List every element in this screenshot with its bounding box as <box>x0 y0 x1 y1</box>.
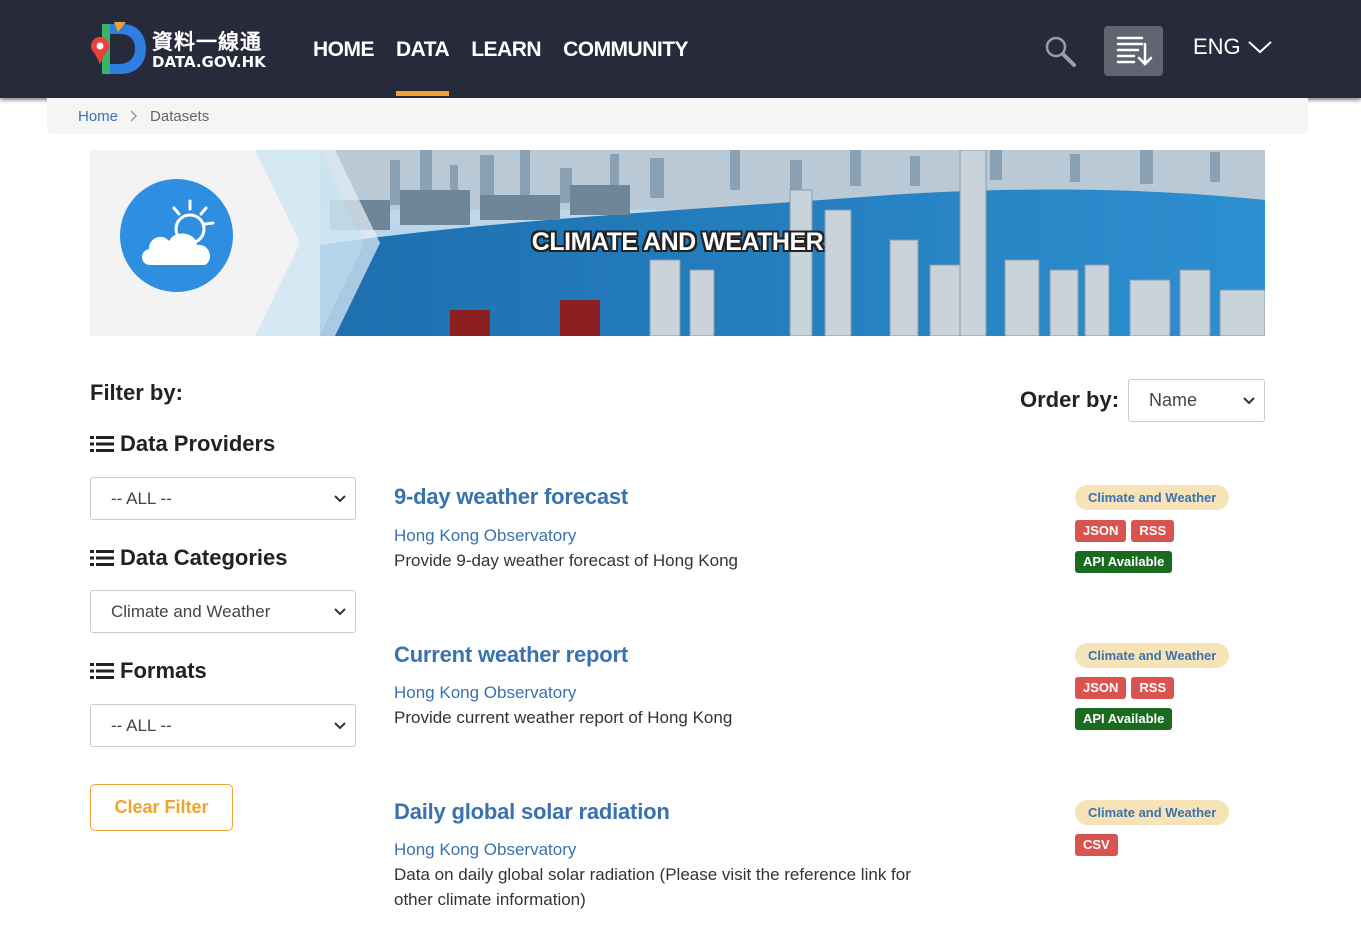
dataset-provider-link[interactable]: Hong Kong Observatory <box>394 840 576 860</box>
data-gov-hk-logo[interactable]: 資料一線通 DATA.GOV.HK <box>88 20 268 78</box>
list-icon <box>90 550 114 566</box>
chevron-down-icon <box>334 608 346 616</box>
format-tag-rss[interactable]: RSS <box>1131 520 1175 542</box>
dataset-provider-link[interactable]: Hong Kong Observatory <box>394 683 576 703</box>
dataset-description: Provide 9-day weather forecast of Hong K… <box>394 551 738 570</box>
dataset-item: 9-day weather forecast Hong Kong Observa… <box>394 484 1265 594</box>
dataset-title-link[interactable]: 9-day weather forecast <box>394 484 628 509</box>
category-banner: CLIMATE AND WEATHER <box>90 150 1265 336</box>
data-providers-select[interactable]: -- ALL -- <box>90 477 356 520</box>
dataset-item: Current weather report Hong Kong Observa… <box>394 642 1265 752</box>
formats-heading: Formats <box>90 658 207 684</box>
language-selector[interactable]: ENG <box>1193 34 1273 60</box>
format-tags: JSON RSS <box>1075 520 1179 542</box>
list-icon <box>90 436 114 452</box>
format-tags: JSON RSS <box>1075 677 1179 699</box>
dataset-title-link[interactable]: Current weather report <box>394 642 628 667</box>
download-list-button[interactable] <box>1104 26 1163 76</box>
breadcrumb-current: Datasets <box>150 107 210 125</box>
data-categories-select[interactable]: Climate and Weather <box>90 590 356 633</box>
nav-community[interactable]: COMMUNITY <box>563 0 689 98</box>
search-button[interactable] <box>1042 33 1078 69</box>
order-by-select[interactable]: Name <box>1128 379 1265 422</box>
search-icon <box>1045 36 1076 67</box>
top-navigation-bar: 資料一線通 DATA.GOV.HK HOME DATA LEARN COMMUN… <box>0 0 1361 98</box>
dataset-description: Data on daily global solar radiation (Pl… <box>394 865 911 909</box>
data-providers-value: -- ALL -- <box>111 488 172 508</box>
dataset-item: Daily global solar radiation Hong Kong O… <box>394 799 1265 919</box>
category-tag[interactable]: Climate and Weather <box>1075 643 1230 668</box>
download-list-icon <box>1116 36 1153 66</box>
formats-value: -- ALL -- <box>111 715 172 735</box>
nav-home[interactable]: HOME <box>313 0 375 98</box>
breadcrumb-home-link[interactable]: Home <box>78 108 118 125</box>
data-categories-heading: Data Categories <box>90 545 288 571</box>
nav-learn[interactable]: LEARN <box>471 0 541 98</box>
main-nav: HOME DATA LEARN COMMUNITY <box>313 0 710 98</box>
logo-text-chinese: 資料一線通 <box>152 30 262 54</box>
data-providers-label: Data Providers <box>120 431 276 456</box>
dataset-title-link[interactable]: Daily global solar radiation <box>394 799 670 824</box>
clear-filter-button[interactable]: Clear Filter <box>90 784 233 831</box>
api-available-badge: API Available <box>1075 551 1173 573</box>
chevron-down-icon <box>334 722 346 730</box>
breadcrumb: Home Datasets <box>47 98 1308 134</box>
format-tag-csv[interactable]: CSV <box>1075 834 1118 856</box>
chevron-down-icon <box>1243 397 1255 405</box>
formats-label: Formats <box>120 658 207 683</box>
dataset-description: Provide current weather report of Hong K… <box>394 708 733 727</box>
language-label: ENG <box>1193 34 1241 59</box>
format-tag-json[interactable]: JSON <box>1075 677 1127 699</box>
logo-mark-icon <box>91 22 146 74</box>
category-tag[interactable]: Climate and Weather <box>1075 485 1230 510</box>
filter-by-heading: Filter by: <box>90 380 183 405</box>
dataset-provider-link[interactable]: Hong Kong Observatory <box>394 526 576 546</box>
chevron-right-icon <box>130 110 138 122</box>
format-tag-json[interactable]: JSON <box>1075 520 1127 542</box>
chevron-down-icon <box>1248 41 1272 54</box>
format-tag-rss[interactable]: RSS <box>1131 677 1175 699</box>
category-tag[interactable]: Climate and Weather <box>1075 800 1230 825</box>
chevron-down-icon <box>334 495 346 503</box>
logo-text-english: DATA.GOV.HK <box>152 53 266 71</box>
data-providers-heading: Data Providers <box>90 431 275 457</box>
data-categories-value: Climate and Weather <box>111 601 271 621</box>
banner-title: CLIMATE AND WEATHER <box>531 228 824 256</box>
order-by-label: Order by: <box>1020 387 1120 412</box>
format-tags: CSV <box>1075 834 1123 856</box>
api-available-badge: API Available <box>1075 708 1173 730</box>
formats-select[interactable]: -- ALL -- <box>90 704 356 747</box>
data-categories-label: Data Categories <box>120 545 288 570</box>
nav-data[interactable]: DATA <box>396 0 450 98</box>
order-by-value: Name <box>1149 390 1198 410</box>
list-icon <box>90 663 114 679</box>
